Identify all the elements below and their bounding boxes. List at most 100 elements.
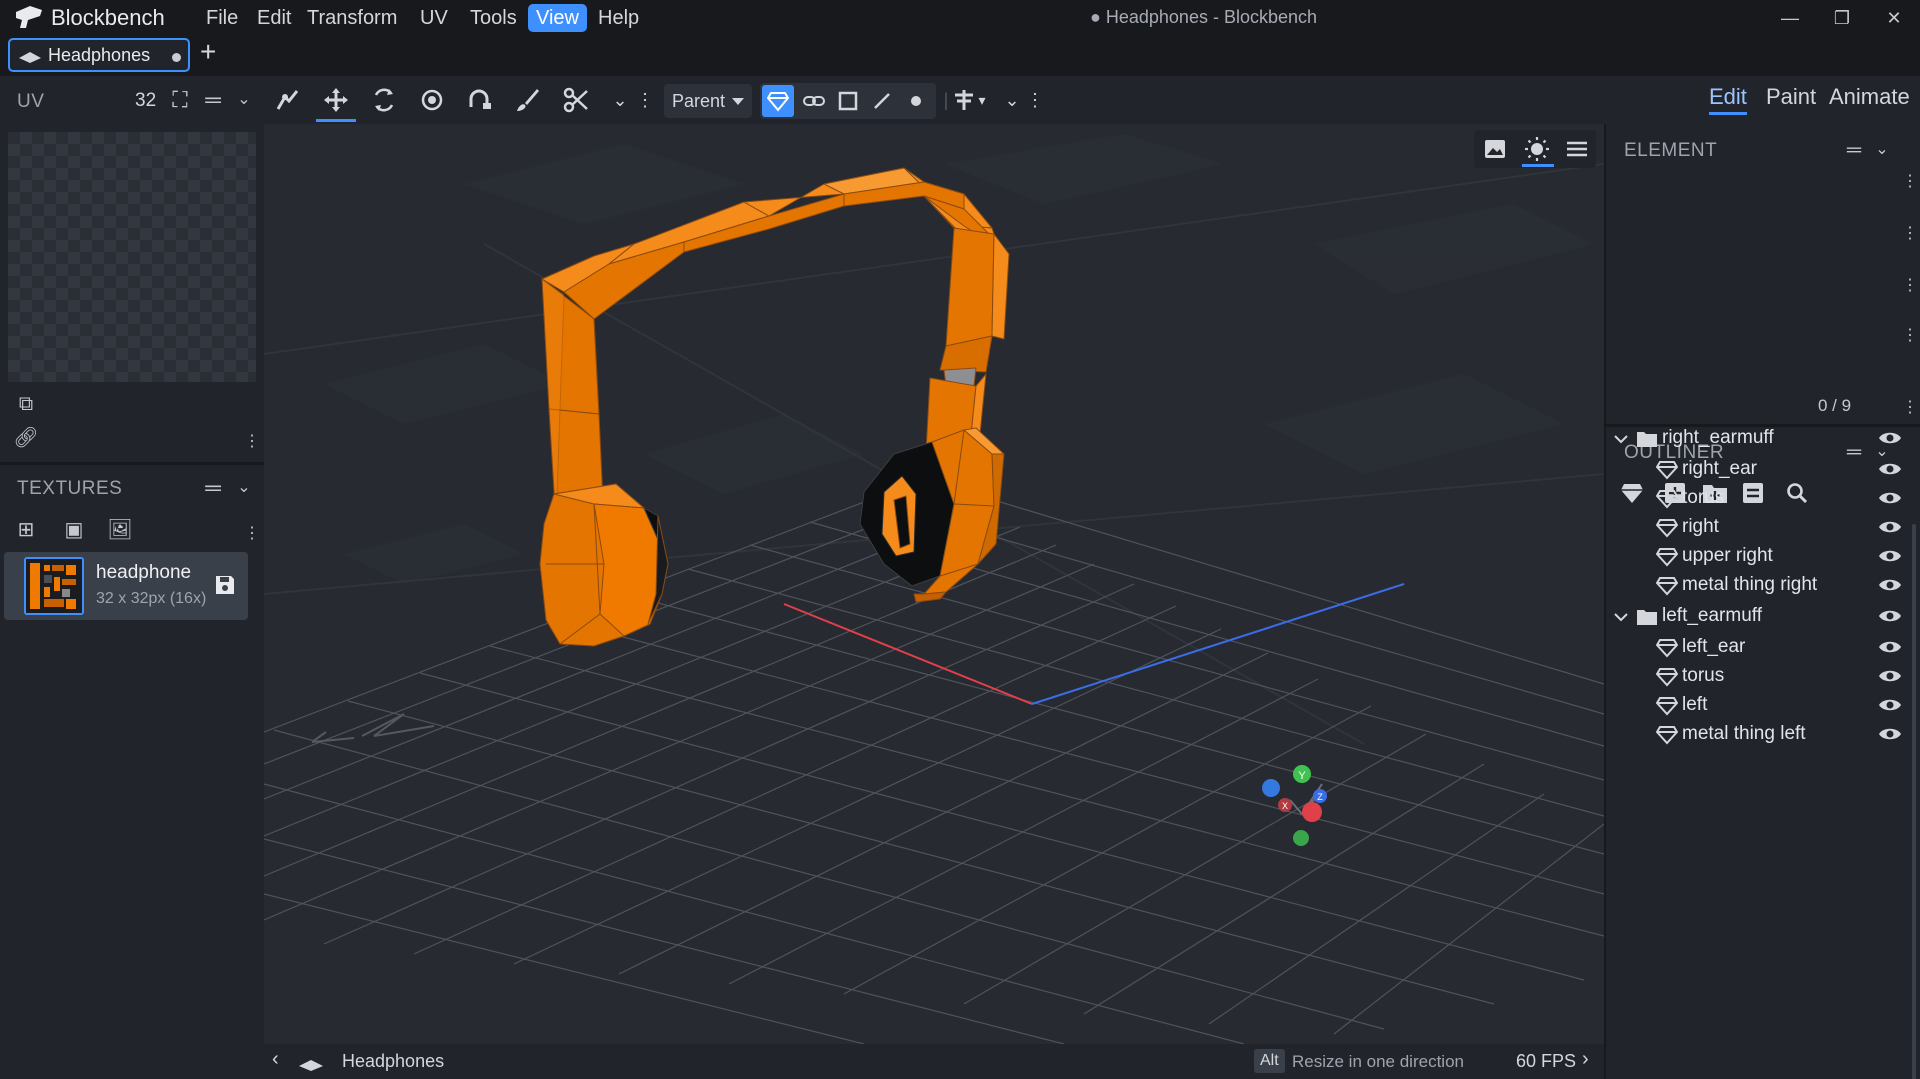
link-icon[interactable]: 🔗︎ bbox=[12, 424, 40, 452]
chevron-down-icon[interactable]: ⌄ bbox=[604, 84, 636, 116]
outliner-item-label: upper right bbox=[1682, 545, 1773, 566]
add-texture-icon[interactable]: ⊞ bbox=[12, 516, 40, 544]
panel-menu-icon[interactable]: ═ bbox=[199, 474, 227, 502]
brush-tool-icon[interactable] bbox=[512, 84, 544, 116]
sun-icon[interactable] bbox=[1524, 136, 1550, 162]
image-icon[interactable] bbox=[1484, 139, 1506, 159]
transform-space-select[interactable]: Parent bbox=[664, 84, 752, 118]
left-sidebar: UV 32 ⛶ ═ ⌄ ⧉ 🔗︎ ⋮ TEXTURES ═ ⌄ ⊞ ▣ 🖼︎ ⋮ bbox=[0, 76, 264, 1079]
import-texture-icon[interactable]: ▣ bbox=[60, 516, 88, 544]
edge-mode-icon[interactable] bbox=[866, 85, 898, 117]
knife-tool-icon[interactable] bbox=[560, 84, 592, 116]
more-vertical-icon[interactable]: ⋮ bbox=[1896, 322, 1920, 350]
pivot-tool-icon[interactable] bbox=[464, 84, 496, 116]
outliner-item[interactable]: metal thing right bbox=[1606, 569, 1906, 603]
visibility-eye-icon[interactable] bbox=[1878, 430, 1902, 446]
outliner-group-right-earmuff[interactable]: right_earmuff bbox=[1606, 422, 1906, 456]
menu-edit[interactable]: Edit bbox=[249, 4, 299, 32]
viewport-tools bbox=[1474, 130, 1596, 168]
panel-divider bbox=[0, 462, 264, 465]
more-vertical-icon[interactable]: ⋮ bbox=[636, 84, 654, 116]
chevron-down-icon[interactable]: ⌄ bbox=[230, 474, 258, 502]
model-icon bbox=[19, 52, 41, 63]
chevron-down-icon[interactable]: ⌄ bbox=[996, 84, 1028, 116]
visibility-eye-icon[interactable] bbox=[1878, 668, 1902, 684]
chevron-left-icon[interactable]: ‹ bbox=[272, 1048, 279, 1071]
visibility-eye-icon[interactable] bbox=[1878, 519, 1902, 535]
object-mode-icon[interactable] bbox=[762, 85, 794, 117]
outliner-group-left-earmuff[interactable]: left_earmuff bbox=[1606, 600, 1906, 634]
menu-lines-icon[interactable] bbox=[1566, 140, 1588, 158]
visibility-eye-icon[interactable] bbox=[1878, 577, 1902, 593]
vertex-snap-icon[interactable] bbox=[272, 84, 304, 116]
more-vertical-icon[interactable]: ⋮ bbox=[1896, 220, 1920, 248]
chevron-down-icon[interactable] bbox=[1614, 432, 1628, 446]
move-tool-icon[interactable] bbox=[316, 84, 356, 122]
new-tab-button[interactable]: + bbox=[200, 36, 216, 68]
menu-help[interactable]: Help bbox=[590, 4, 647, 32]
mode-paint[interactable]: Paint bbox=[1766, 84, 1816, 110]
caret-down-icon bbox=[732, 98, 744, 105]
visibility-eye-icon[interactable] bbox=[1878, 639, 1902, 655]
3d-viewport[interactable]: Y X Z bbox=[264, 124, 1604, 1044]
face-mode-icon[interactable] bbox=[832, 85, 864, 117]
visibility-eye-icon[interactable] bbox=[1878, 461, 1902, 477]
menu-uv[interactable]: UV bbox=[412, 4, 456, 32]
visibility-eye-icon[interactable] bbox=[1878, 697, 1902, 713]
more-vertical-icon[interactable]: ⋮ bbox=[238, 520, 266, 548]
scrollbar[interactable] bbox=[1912, 524, 1916, 1079]
visibility-eye-icon[interactable] bbox=[1878, 490, 1902, 506]
more-vertical-icon[interactable]: ⋮ bbox=[1026, 84, 1044, 116]
resize-tool-icon[interactable] bbox=[368, 84, 400, 116]
chevron-down-icon[interactable]: ⌄ bbox=[1868, 136, 1896, 164]
outliner-item[interactable]: metal thing left bbox=[1606, 718, 1906, 752]
uv-editor-canvas[interactable] bbox=[8, 132, 256, 382]
more-vertical-icon[interactable]: ⋮ bbox=[1896, 394, 1920, 422]
mesh-icon bbox=[1656, 668, 1678, 687]
chevron-down-icon[interactable]: ⌄ bbox=[230, 86, 258, 114]
menu-tools[interactable]: Tools bbox=[462, 4, 525, 32]
more-vertical-icon[interactable]: ⋮ bbox=[238, 428, 266, 456]
chevron-right-icon[interactable]: › bbox=[1582, 1048, 1589, 1071]
main-toolbar: ⌄ ⋮ Parent | ▾ ⌄ ⋮ Edit Paint Animate bbox=[264, 76, 1920, 124]
rotate-tool-icon[interactable] bbox=[416, 84, 448, 116]
scene-canvas: Y X Z bbox=[264, 134, 1604, 1044]
outliner-item-label: right bbox=[1682, 516, 1719, 537]
menu-view[interactable]: View bbox=[528, 4, 587, 32]
visibility-eye-icon[interactable] bbox=[1878, 548, 1902, 564]
chevron-down-icon[interactable] bbox=[1614, 610, 1628, 624]
outliner-item-label: left_ear bbox=[1682, 636, 1746, 657]
axis-gizmo[interactable]: Y X Z bbox=[1262, 765, 1327, 846]
window-title: ● Headphones - Blockbench bbox=[1090, 7, 1318, 27]
cluster-mode-icon[interactable] bbox=[798, 85, 830, 117]
outliner-item-label: left bbox=[1682, 694, 1708, 715]
element-panel-title: ELEMENT bbox=[1624, 140, 1718, 161]
save-icon[interactable] bbox=[214, 574, 236, 596]
menu-file[interactable]: File bbox=[198, 4, 246, 32]
uv-size-value[interactable]: 32 bbox=[135, 90, 156, 112]
menu-transform[interactable]: Transform bbox=[299, 4, 405, 32]
mode-edit[interactable]: Edit bbox=[1709, 84, 1747, 115]
restore-button[interactable]: ❐ bbox=[1822, 2, 1862, 34]
vertex-mode-icon[interactable] bbox=[900, 85, 932, 117]
fps-counter: 60 FPS bbox=[1516, 1051, 1577, 1071]
panel-menu-icon[interactable]: ═ bbox=[199, 86, 227, 114]
texture-item-headphone[interactable]: headphone 32 x 32px (16x) bbox=[4, 552, 248, 620]
tab-headphones[interactable]: Headphones bbox=[8, 38, 190, 72]
visibility-eye-icon[interactable] bbox=[1878, 608, 1902, 624]
mesh-icon bbox=[1656, 519, 1678, 538]
panel-menu-icon[interactable]: ═ bbox=[1840, 136, 1868, 164]
more-vertical-icon[interactable]: ⋮ bbox=[1896, 168, 1920, 196]
caret-down-icon[interactable]: ▾ bbox=[972, 84, 992, 116]
fullscreen-icon[interactable]: ⛶ bbox=[166, 86, 194, 114]
outliner-item-label: metal thing right bbox=[1682, 574, 1818, 595]
mesh-icon bbox=[1656, 697, 1678, 716]
texture-folder-icon[interactable]: 🖼︎ bbox=[106, 516, 134, 544]
mode-animate[interactable]: Animate bbox=[1829, 84, 1910, 110]
minimize-button[interactable]: — bbox=[1770, 2, 1810, 34]
visibility-eye-icon[interactable] bbox=[1878, 726, 1902, 742]
close-button[interactable]: ✕ bbox=[1874, 2, 1914, 34]
more-vertical-icon[interactable]: ⋮ bbox=[1896, 272, 1920, 300]
copy-icon[interactable]: ⧉ bbox=[12, 390, 40, 418]
mesh-icon bbox=[1656, 639, 1678, 658]
